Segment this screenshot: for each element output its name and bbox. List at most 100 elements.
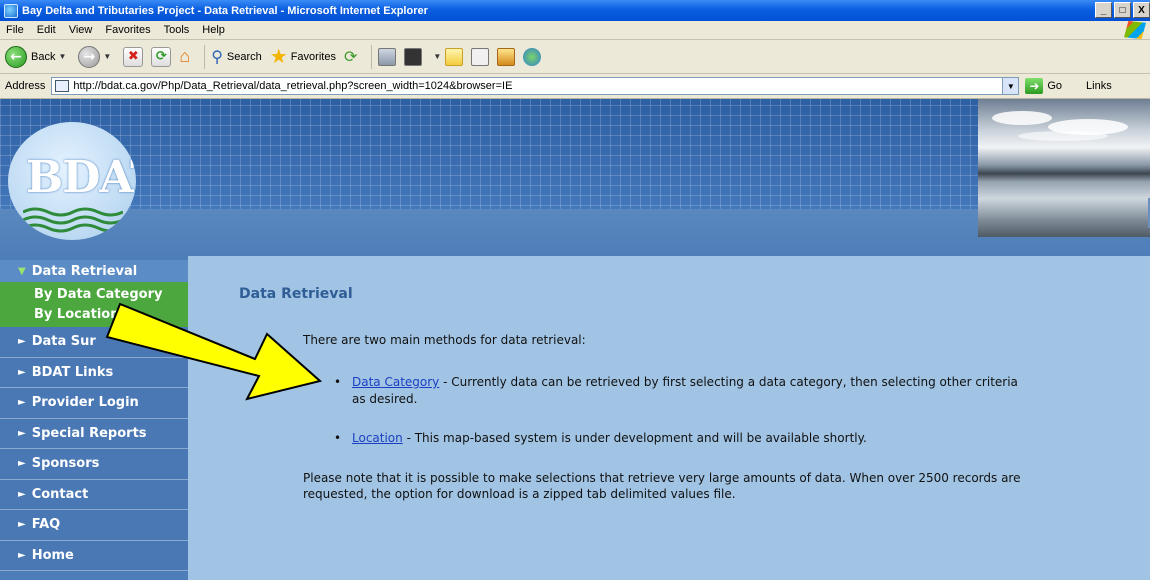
maximize-button[interactable]: □ — [1114, 2, 1131, 18]
address-dropdown-icon[interactable]: ▼ — [1002, 78, 1019, 94]
main-content: Data Retrieval There are two main method… — [188, 256, 1150, 580]
window-title: Bay Delta and Tributaries Project - Data… — [22, 4, 428, 17]
address-bar: Address http://bdat.ca.gov/Php/Data_Retr… — [0, 74, 1150, 99]
toolbar-separator — [371, 44, 373, 69]
forward-dropdown-icon[interactable]: ▼ — [103, 52, 111, 61]
menu-favorites[interactable]: Favorites — [105, 24, 150, 36]
search-label: Search — [226, 50, 262, 63]
forward-button[interactable]: → ▼ — [78, 45, 115, 68]
sidebar-item-data-retrieval[interactable]: ▼ Data Retrieval — [0, 260, 188, 282]
refresh-icon: ⟳ — [151, 46, 172, 67]
waves-icon — [23, 207, 123, 233]
note-text: Please note that it is possible to make … — [303, 471, 1021, 501]
triangle-right-icon: ► — [18, 488, 26, 500]
delta-landscape-photo — [978, 99, 1150, 237]
go-button[interactable]: ➜ Go — [1025, 78, 1062, 94]
window-titlebar: Bay Delta and Tributaries Project - Data… — [0, 0, 1150, 21]
go-label: Go — [1047, 80, 1063, 92]
sidebar-item-label: Data Sur — [31, 334, 96, 350]
folder-icon[interactable] — [445, 47, 464, 66]
triangle-right-icon: ► — [18, 458, 26, 470]
stop-button[interactable]: ✖ — [123, 46, 144, 67]
sidebar-item-label: Home — [31, 547, 74, 563]
sidebar-item-label: Special Reports — [31, 425, 147, 441]
research-icon[interactable] — [471, 47, 490, 66]
list-item: • Location - This map-based system is un… — [334, 430, 1034, 447]
bullet-icon: • — [334, 431, 342, 445]
go-arrow-icon: ➜ — [1025, 78, 1044, 94]
triangle-right-icon: ► — [18, 427, 26, 439]
sidebar-item-label: BDAT Links — [31, 364, 114, 380]
toolbar-separator — [204, 44, 206, 69]
back-arrow-icon: ← — [5, 45, 27, 68]
standard-toolbar: ← Back ▼ → ▼ ✖ ⟳ ⌂ ⚲ Search ★ Favorites … — [0, 40, 1150, 74]
back-dropdown-icon[interactable]: ▼ — [58, 52, 66, 61]
search-icon: ⚲ — [211, 48, 223, 66]
bdat-logo[interactable]: BDAT — [8, 122, 136, 240]
bullet-text: - This map-based system is under develop… — [402, 431, 867, 445]
address-input[interactable]: http://bdat.ca.gov/Php/Data_Retrieval/da… — [51, 77, 1020, 95]
triangle-down-icon: ▼ — [18, 265, 26, 277]
bullet-icon: • — [334, 375, 342, 389]
menu-bar: File Edit View Favorites Tools Help — [0, 21, 1150, 40]
sidebar-item-sponsors[interactable]: ► Sponsors — [0, 449, 188, 480]
minimize-button[interactable]: _ — [1095, 2, 1112, 18]
page-viewport: BDAT ▼ Data Retrieval By Data Category B… — [0, 99, 1150, 580]
history-icon: ⟳ — [343, 48, 358, 66]
triangle-right-icon: ► — [18, 549, 26, 561]
sidebar-item-special-reports[interactable]: ► Special Reports — [0, 418, 188, 449]
triangle-right-icon: ► — [18, 397, 26, 409]
sidebar-item-bdat-links[interactable]: ► BDAT Links — [0, 357, 188, 388]
bullet-text: - Currently data can be retrieved by fir… — [352, 375, 1018, 406]
sidebar-item-provider-login[interactable]: ► Provider Login — [0, 388, 188, 419]
favorites-label: Favorites — [290, 50, 336, 63]
address-url[interactable]: http://bdat.ca.gov/Php/Data_Retrieval/da… — [73, 80, 512, 92]
list-item: • Data Category - Currently data can be … — [334, 374, 1034, 408]
menu-view[interactable]: View — [69, 24, 93, 36]
ie-icon — [4, 3, 18, 18]
sidebar-item-contact[interactable]: ► Contact — [0, 479, 188, 510]
sidebar-item-label: Data Retrieval — [31, 263, 138, 279]
close-button[interactable]: X — [1133, 2, 1150, 18]
home-icon: ⌂ — [179, 46, 191, 66]
menu-tools[interactable]: Tools — [164, 24, 190, 36]
sidebar-item-data-summary[interactable]: ► Data Sur — [0, 327, 188, 358]
home-button[interactable]: ⌂ — [179, 46, 190, 67]
subnav-by-data-category[interactable]: By Data Category — [34, 285, 188, 305]
sidebar-item-label: Contact — [31, 486, 89, 502]
windows-logo-icon — [1124, 21, 1146, 39]
favorites-button[interactable]: ★ Favorites — [270, 44, 336, 69]
cloud-shape — [1018, 131, 1108, 141]
subnav-by-location[interactable]: By Location — [34, 305, 188, 325]
search-button[interactable]: ⚲ Search — [211, 47, 262, 67]
history-button[interactable]: ⟳ — [344, 47, 357, 67]
messenger-icon[interactable] — [497, 47, 516, 66]
sidebar-item-label: Provider Login — [31, 395, 139, 411]
people-icon[interactable] — [523, 47, 542, 66]
menu-help[interactable]: Help — [202, 24, 225, 36]
sidebar-item-faq[interactable]: ► FAQ — [0, 510, 188, 541]
sidebar-item-label: Sponsors — [31, 456, 100, 472]
menu-file[interactable]: File — [6, 24, 24, 36]
refresh-button[interactable]: ⟳ — [151, 46, 172, 67]
stop-icon: ✖ — [123, 46, 144, 67]
page-icon — [55, 80, 70, 92]
back-button[interactable]: ← Back ▼ — [5, 45, 70, 68]
edit-icon[interactable] — [404, 47, 423, 66]
sidebar-item-home[interactable]: ► Home — [0, 540, 188, 571]
edit-dropdown-icon[interactable]: ▼ — [433, 52, 441, 61]
star-icon: ★ — [269, 46, 288, 68]
sidebar-item-label: FAQ — [31, 517, 61, 533]
forward-arrow-icon: → — [78, 45, 101, 68]
intro-text: There are two main methods for data retr… — [303, 333, 586, 347]
logo-text: BDAT — [26, 152, 136, 203]
print-icon[interactable] — [378, 47, 397, 66]
sidebar-subnav: By Data Category By Location — [0, 282, 188, 327]
location-link[interactable]: Location — [352, 431, 403, 445]
triangle-right-icon: ► — [18, 519, 26, 531]
triangle-right-icon: ► — [18, 336, 26, 348]
links-button[interactable]: Links — [1086, 80, 1112, 92]
menu-edit[interactable]: Edit — [37, 24, 56, 36]
triangle-right-icon: ► — [18, 366, 26, 378]
data-category-link[interactable]: Data Category — [352, 375, 439, 389]
